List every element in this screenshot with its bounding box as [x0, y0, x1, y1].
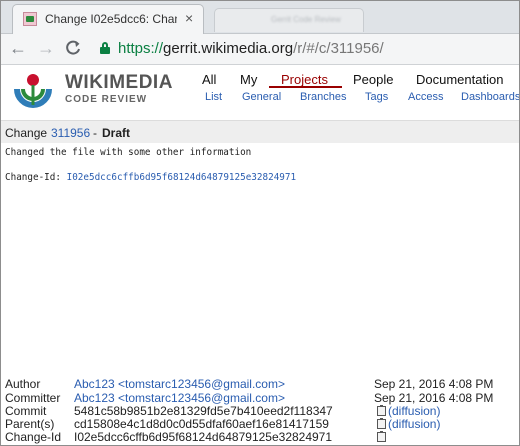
change-id-label: Change-Id	[5, 430, 62, 444]
commit-message-change-id: Change-Id: I02e5dcc6cffb6d95f68124d64879…	[5, 172, 297, 183]
author-date: Sep 21, 2016 4:08 PM	[374, 377, 494, 391]
commit-diffusion-link[interactable]: (diffusion)	[388, 404, 440, 418]
address-bar: ← → https://gerrit.wikimedia.org/r/#/c/3…	[0, 34, 520, 65]
tab-title: Change I02e5dcc6: Chan	[45, 12, 177, 26]
copy-clipboard-icon[interactable]	[377, 431, 386, 442]
author-link[interactable]: Abc123 <tomstarc123456@gmail.com>	[74, 377, 285, 391]
info-row-committer: Committer Abc123 <tomstarc123456@gmail.c…	[0, 391, 520, 405]
info-row-commit: Commit 5481c58b9851b2e81329fd5e7b410eed2…	[0, 404, 520, 418]
title-separator: -	[93, 126, 97, 140]
change-id-link[interactable]: I02e5dcc6cffb6d95f68124d64879125e3282497…	[67, 172, 297, 183]
forward-icon[interactable]: →	[37, 38, 55, 58]
site-header: WIKIMEDIA CODE REVIEW All My Projects Pe…	[0, 65, 520, 118]
info-row-author: Author Abc123 <tomstarc123456@gmail.com>…	[0, 377, 520, 391]
change-label: Change	[5, 126, 48, 140]
submenu-dashboards[interactable]: Dashboards	[461, 91, 520, 103]
submenu-branches[interactable]: Branches	[300, 91, 346, 103]
change-status: Draft	[102, 126, 131, 140]
submenu-tags[interactable]: Tags	[365, 91, 388, 103]
change-id-value: I02e5dcc6cffb6d95f68124d64879125e3282497…	[74, 430, 333, 444]
favicon-icon	[23, 12, 37, 26]
change-title-bar: Change 311956 - Draft	[0, 120, 520, 143]
parent-hash: cd15808e4c1d8d0c0d55dfaf60aef16e81417159	[74, 417, 329, 431]
change-number-link[interactable]: 311956	[51, 126, 90, 140]
committer-date: Sep 21, 2016 4:08 PM	[374, 391, 494, 405]
menu-all[interactable]: All	[202, 72, 216, 87]
commit-message: Changed the file with some other informa…	[5, 147, 252, 158]
browser-tab-active[interactable]: Change I02e5dcc6: Chan ×	[12, 4, 204, 34]
brand-subtitle: CODE REVIEW	[65, 94, 148, 105]
committer-link[interactable]: Abc123 <tomstarc123456@gmail.com>	[74, 391, 285, 405]
commit-label: Commit	[5, 404, 47, 418]
copy-clipboard-icon[interactable]	[377, 405, 386, 416]
menu-documentation[interactable]: Documentation	[416, 72, 503, 87]
tab-close-icon[interactable]: ×	[185, 10, 193, 26]
menu-my[interactable]: My	[240, 72, 257, 87]
info-row-parent: Parent(s) cd15808e4c1d8d0c0d55dfaf60aef1…	[0, 417, 520, 431]
reload-icon[interactable]	[64, 39, 82, 57]
copy-clipboard-icon[interactable]	[377, 418, 386, 429]
submenu-access[interactable]: Access	[408, 91, 443, 103]
wikimedia-logo-icon[interactable]	[11, 69, 55, 113]
menu-selected-underline	[269, 86, 342, 88]
menu-projects[interactable]: Projects	[281, 72, 328, 87]
tab-title: Gerrit Code Review	[271, 15, 341, 23]
browser-tab-bar: Change I02e5dcc6: Chan × Gerrit Code Rev…	[0, 0, 520, 34]
submenu-general[interactable]: General	[242, 91, 281, 103]
commit-hash: 5481c58b9851b2e81329fd5e7b410eed2f118347	[74, 404, 333, 418]
author-label: Author	[5, 377, 41, 391]
parent-label: Parent(s)	[5, 417, 55, 431]
lock-icon	[100, 42, 110, 54]
brand-name: WIKIMEDIA	[65, 72, 173, 93]
committer-label: Committer	[5, 391, 61, 405]
url-input[interactable]: https://gerrit.wikimedia.org/r/#/c/31195…	[118, 40, 384, 57]
submenu-list[interactable]: List	[205, 91, 222, 103]
browser-tab-inactive[interactable]: Gerrit Code Review	[214, 8, 364, 32]
parent-diffusion-link[interactable]: (diffusion)	[388, 417, 440, 431]
info-row-change-id: Change-Id I02e5dcc6cffb6d95f68124d648791…	[0, 430, 520, 444]
back-icon[interactable]: ←	[9, 38, 27, 58]
menu-people[interactable]: People	[353, 72, 393, 87]
